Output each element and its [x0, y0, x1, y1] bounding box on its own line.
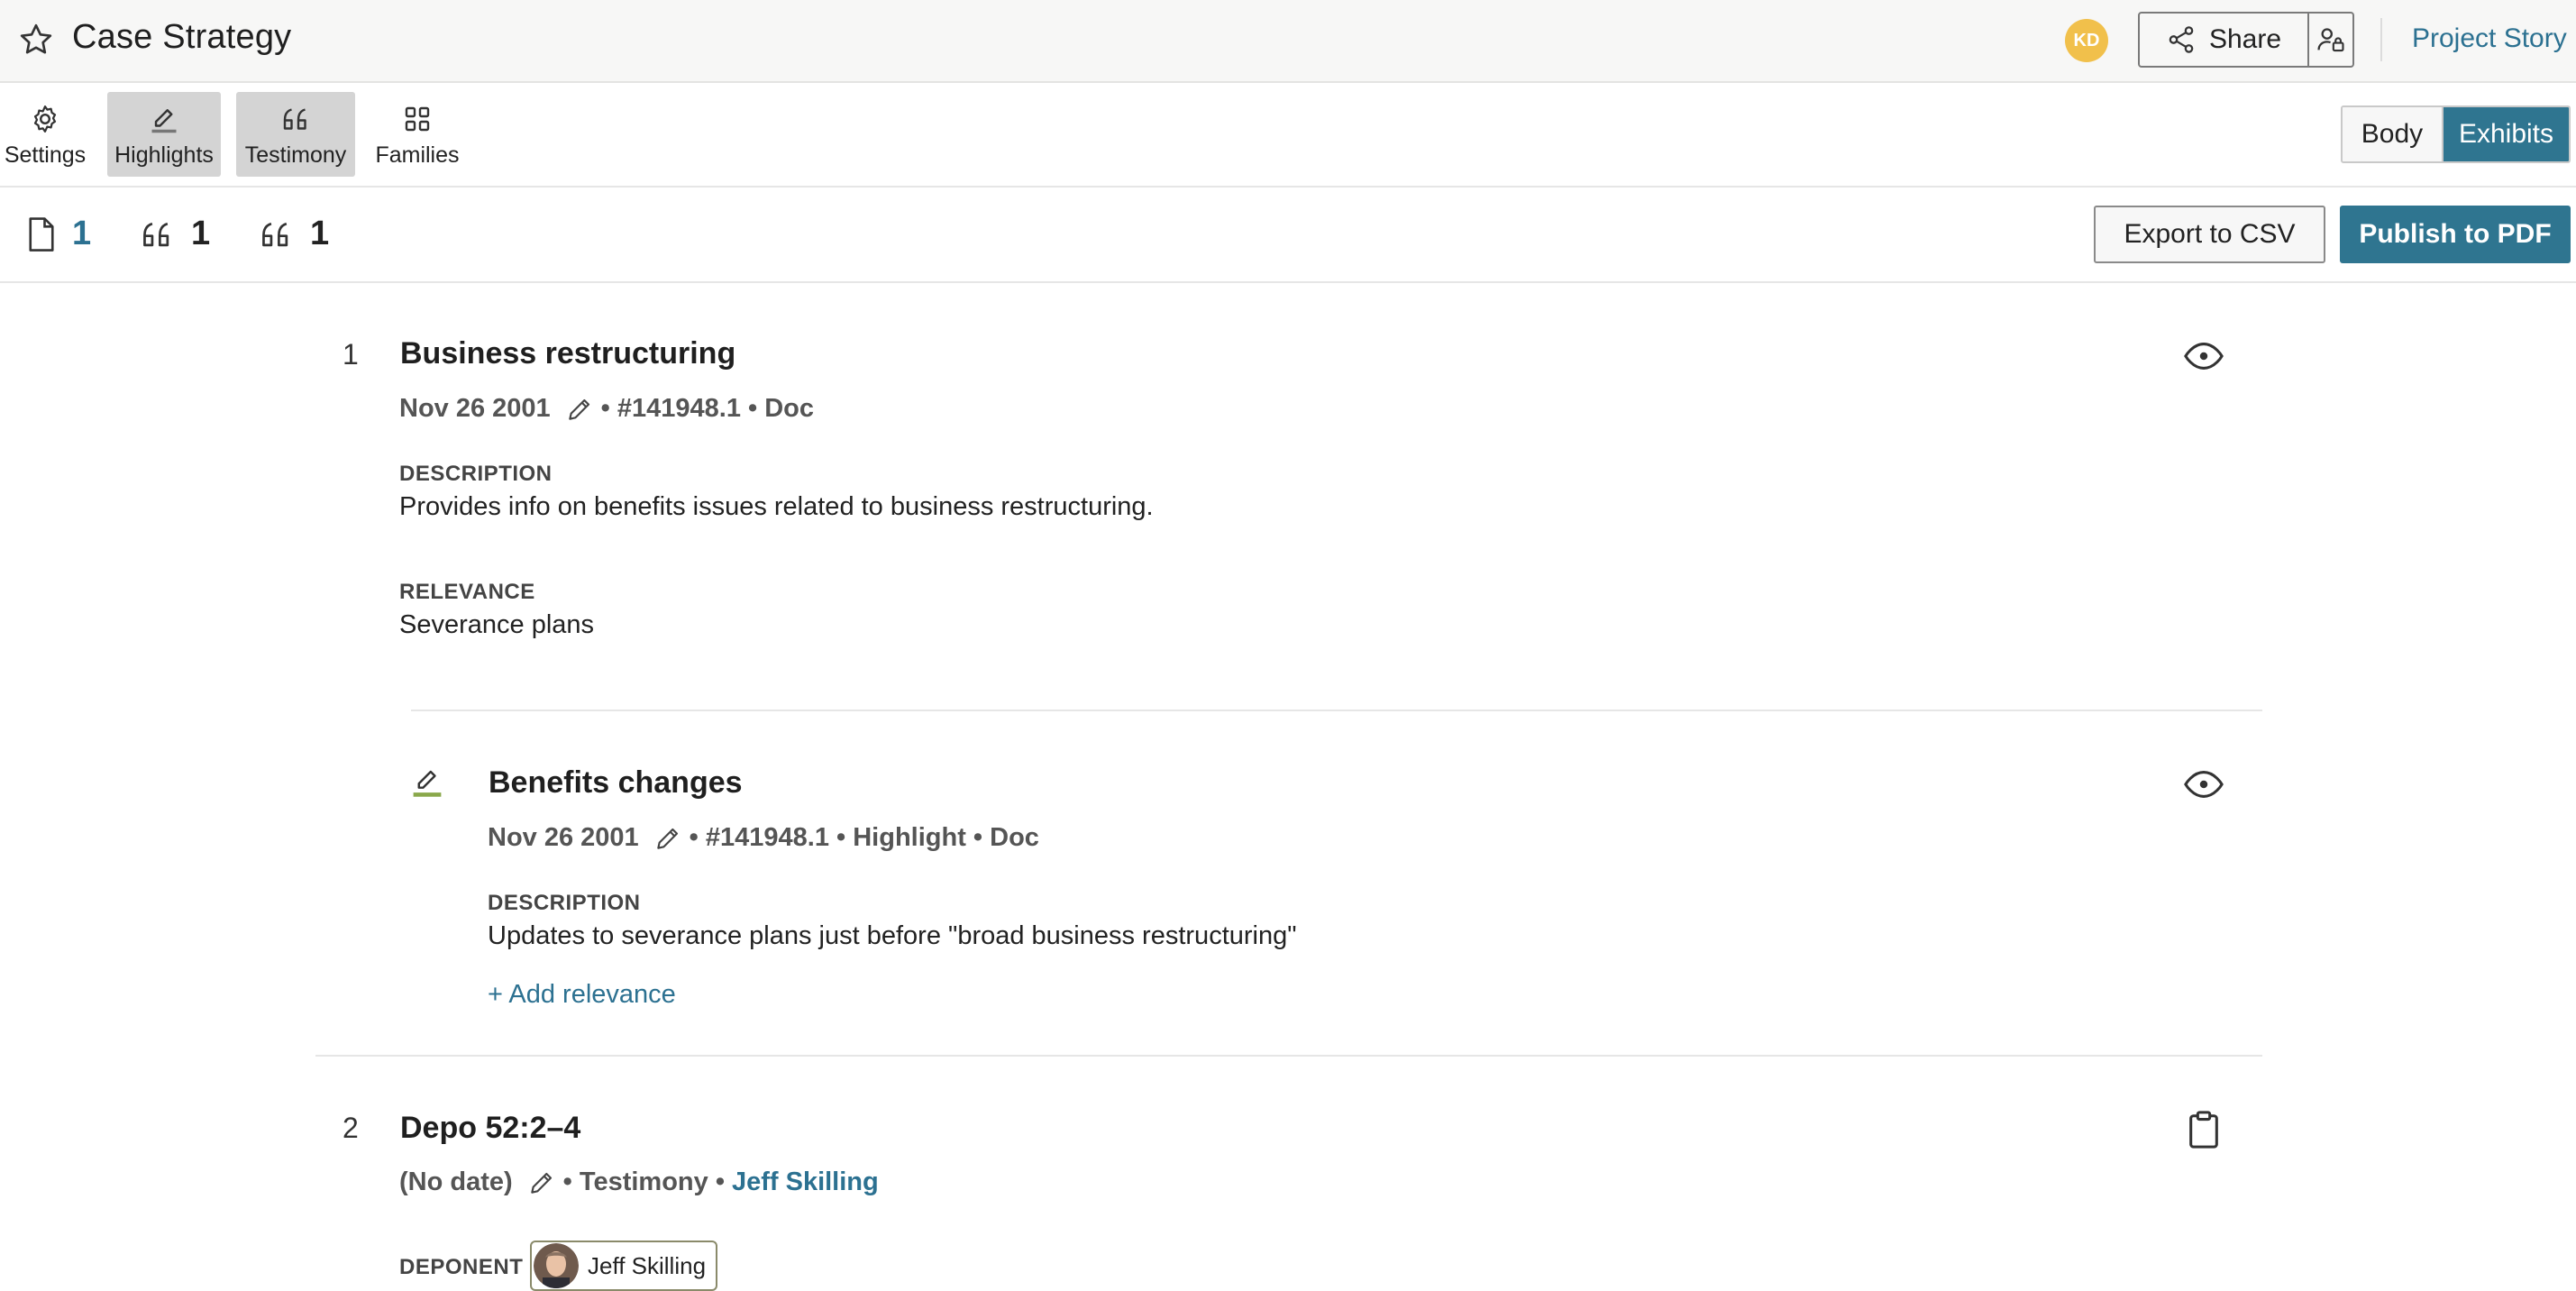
tool-settings[interactable]: Settings [0, 92, 90, 177]
document-count[interactable]: 1 [25, 215, 91, 253]
tool-label: Families [375, 142, 460, 168]
item-title[interactable]: Depo 52:2–4 [400, 1111, 580, 1146]
publish-pdf-button[interactable]: Publish to PDF [2340, 206, 2571, 263]
share-icon [2166, 24, 2197, 55]
tool-label: Settings [4, 142, 87, 168]
item-info: • #141948.1 • Doc [600, 394, 815, 423]
share-label: Share [2208, 24, 2282, 54]
divider [315, 1055, 2262, 1057]
highlight-meta: Nov 26 2001 • #141948.1 • Highlight • Do… [488, 823, 1039, 853]
document-icon [25, 215, 58, 253]
user-avatar[interactable]: KD [2065, 19, 2108, 62]
clipboard-icon[interactable] [2185, 1109, 2223, 1150]
item-info: • Testimony • [562, 1167, 725, 1196]
highlight-count[interactable]: 1 [137, 215, 210, 253]
view-body-button[interactable]: Body [2343, 107, 2444, 161]
description-label: DESCRIPTION [399, 462, 553, 486]
toolbar: Settings Highlights Testimony Families B… [0, 83, 2576, 188]
user-permissions-button[interactable] [2309, 14, 2352, 66]
title-bar: Case Strategy KD Share Project Story [0, 0, 2576, 83]
tool-label: Testimony [244, 142, 347, 168]
item-title[interactable]: Business restructuring [400, 336, 735, 371]
avatar [534, 1243, 579, 1288]
share-button[interactable]: Share [2140, 14, 2309, 66]
item-date: Nov 26 2001 [399, 394, 551, 423]
highlight-info: • #141948.1 • Highlight • Doc [689, 823, 1039, 852]
highlight-date: Nov 26 2001 [488, 823, 639, 852]
tool-highlights[interactable]: Highlights [107, 92, 221, 177]
testimony-count[interactable]: 1 [256, 215, 329, 253]
description-text: Updates to severance plans just before "… [488, 921, 1297, 950]
item-number: 2 [343, 1112, 359, 1144]
counts-bar: 1 1 1 Export to CSV Publish to PDF [0, 188, 2576, 283]
count-value: 1 [72, 215, 92, 252]
export-csv-button[interactable]: Export to CSV [2094, 206, 2325, 263]
tool-label: Highlights [114, 142, 214, 168]
deponent-label: DEPONENT [399, 1255, 524, 1279]
description-text: Provides info on benefits issues related… [399, 492, 1154, 521]
item-meta: Nov 26 2001 • #141948.1 • Doc [399, 394, 814, 424]
add-relevance-link[interactable]: + Add relevance [488, 980, 676, 1010]
pencil-icon[interactable] [653, 824, 682, 853]
grid-icon [401, 101, 434, 137]
tool-families[interactable]: Families [371, 92, 463, 177]
description-label: DESCRIPTION [488, 891, 641, 915]
item-date: (No date) [399, 1167, 513, 1196]
page-title: Case Strategy [72, 18, 292, 56]
user-lock-icon [2316, 24, 2346, 55]
highlight-title[interactable]: Benefits changes [489, 765, 743, 801]
pencil-icon[interactable] [565, 395, 594, 424]
gear-icon [29, 101, 61, 137]
eye-icon[interactable] [2183, 335, 2224, 377]
highlighter-icon [146, 101, 182, 137]
count-value: 1 [191, 215, 211, 252]
quote-icon [256, 215, 296, 253]
pencil-icon[interactable] [527, 1168, 556, 1197]
deponent-link[interactable]: Jeff Skilling [732, 1167, 879, 1197]
eye-icon[interactable] [2183, 764, 2224, 805]
highlighter-icon [409, 763, 445, 799]
view-exhibits-button[interactable]: Exhibits [2444, 107, 2569, 161]
view-toggle: Body Exhibits [2341, 105, 2571, 163]
count-value: 1 [310, 215, 330, 252]
divider [2380, 18, 2382, 61]
divider [411, 710, 2262, 711]
relevance-text: Severance plans [399, 610, 595, 639]
relevance-label: RELEVANCE [399, 580, 535, 604]
project-story-link[interactable]: Project Story [2412, 23, 2567, 54]
star-icon[interactable] [18, 22, 54, 58]
item-number: 1 [343, 338, 359, 371]
tool-testimony[interactable]: Testimony [236, 92, 355, 177]
quote-icon [137, 215, 177, 253]
share-group: Share [2138, 12, 2354, 68]
quote-icon [278, 101, 314, 137]
item-meta: (No date) • Testimony • Jeff Skilling [399, 1167, 879, 1197]
deponent-name: Jeff Skilling [588, 1251, 707, 1279]
